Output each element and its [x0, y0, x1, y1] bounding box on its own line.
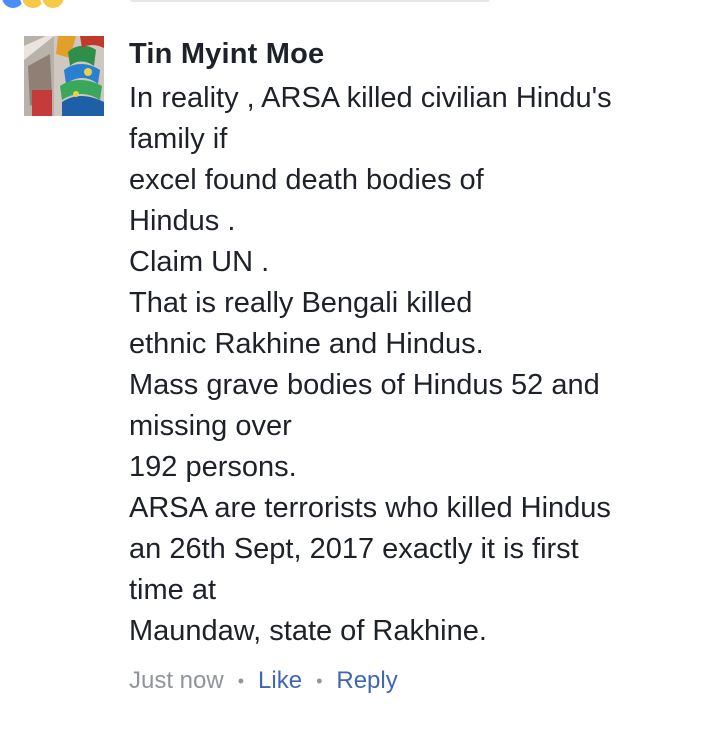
comment-line: excel found death bodies of [129, 164, 484, 196]
like-button[interactable]: Like [258, 666, 302, 696]
comment-line: an 26th Sept, 2017 exactly it is first [129, 533, 579, 565]
comment-line: 192 persons. [129, 451, 297, 483]
author-name[interactable]: Tin Myint Moe [129, 36, 700, 72]
comment-line: time at [129, 574, 217, 606]
wow-reaction-icon [40, 0, 66, 10]
comment-line: ethnic Rakhine and Hindus. [129, 328, 484, 360]
comment-text: In reality , ARSA killed civilian Hindu'… [129, 78, 700, 652]
previous-comment-fragment [130, 0, 490, 2]
comment-line: Claim UN . [129, 246, 270, 278]
comment-timestamp[interactable]: Just now [129, 666, 224, 696]
reaction-summary[interactable] [0, 0, 66, 10]
comment-line: missing over [129, 410, 292, 442]
comment-line: Hindus . [129, 205, 236, 237]
comment: Tin Myint Moe In reality , ARSA killed c… [24, 36, 700, 696]
comment-line: That is really Bengali killed [129, 287, 473, 319]
comment-line: family if [129, 123, 228, 155]
comment-line: Maundaw, state of Rakhine. [129, 615, 487, 647]
comment-actions: Just now • Like • Reply [129, 666, 700, 696]
comment-line: ARSA are terrorists who killed Hindus [129, 492, 611, 524]
separator-dot: • [316, 671, 323, 691]
reply-button[interactable]: Reply [336, 666, 397, 696]
comment-line: In reality , ARSA killed civilian Hindu'… [129, 82, 612, 114]
profile-avatar-icon[interactable] [24, 36, 104, 116]
separator-dot: • [237, 671, 245, 691]
comment-body: Tin Myint Moe In reality , ARSA killed c… [129, 36, 700, 696]
comment-line: Mass grave bodies of Hindus 52 and [129, 369, 600, 401]
